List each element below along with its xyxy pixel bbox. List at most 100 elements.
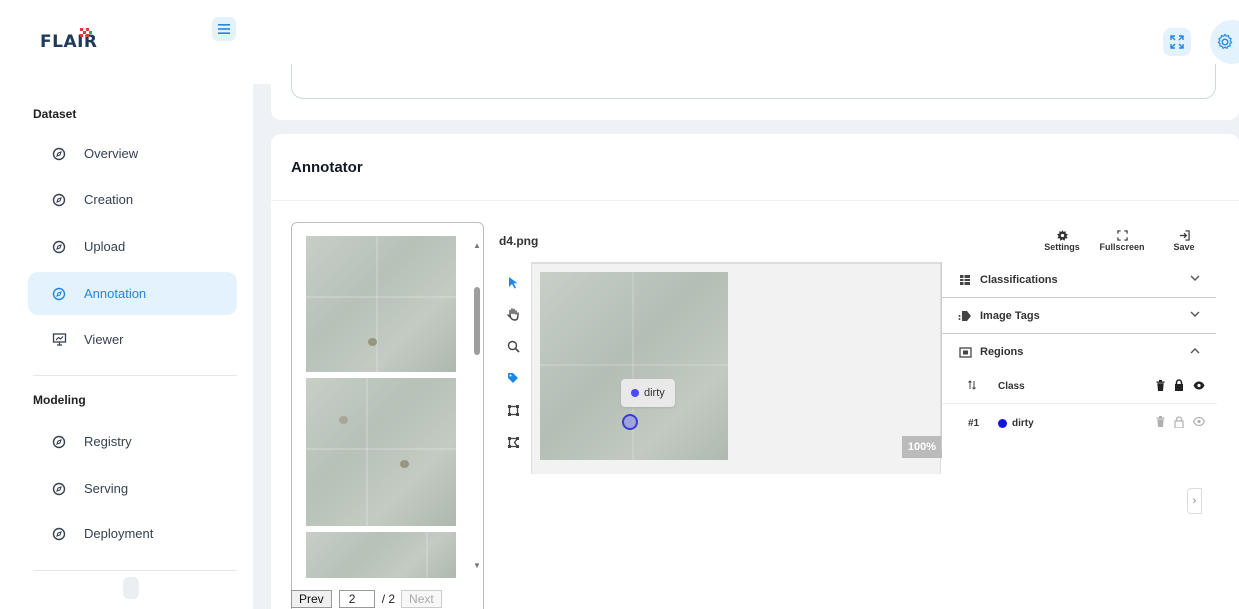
settings-tool-button[interactable]: Settings — [1037, 230, 1087, 252]
sidebar-item-label: Creation — [84, 192, 134, 207]
sidebar-item-deployment[interactable]: Deployment — [28, 512, 237, 555]
sidebar-item-overview[interactable]: Overview — [28, 132, 237, 175]
card-divider — [271, 200, 1239, 201]
thumbnail-scrollbar[interactable] — [474, 287, 480, 355]
circle-compass-icon — [50, 525, 68, 543]
region-row[interactable]: #1 dirty — [942, 406, 1217, 440]
sidebar-item-serving[interactable]: Serving — [28, 467, 237, 510]
pointer-icon — [508, 276, 517, 288]
bounding-box-icon — [507, 404, 519, 416]
bounding-box-tool[interactable] — [496, 398, 530, 422]
zoom-tool[interactable] — [496, 334, 530, 358]
gear-icon — [1217, 33, 1233, 50]
tags-icon — [958, 309, 972, 323]
tool-label: Settings — [1044, 242, 1080, 252]
region-box-icon — [958, 345, 972, 359]
card-title: Annotator — [291, 159, 363, 176]
save-exit-icon — [1179, 230, 1190, 241]
thumbnail-list: ▲ ▼ — [291, 222, 484, 609]
regions-table: Class #1 dirty — [941, 370, 1217, 450]
annotator-card: Annotator ▲ ▼ Prev 2 / 2 Next d4.png Set… — [271, 134, 1239, 609]
polygon-tool[interactable] — [496, 430, 530, 454]
page-total: / 2 — [381, 592, 396, 606]
sort-icon[interactable] — [942, 380, 976, 393]
chevron-down-icon — [1190, 273, 1200, 285]
sidebar: FLAIR Dataset Overview Creation Upload A… — [0, 0, 253, 609]
sidebar-item-label: Registry — [84, 434, 132, 449]
thumbnail-image[interactable] — [306, 236, 456, 372]
region-color-dot — [631, 389, 639, 397]
trash-icon[interactable] — [1156, 379, 1165, 394]
region-color-dot — [998, 418, 1007, 428]
unlock-icon[interactable] — [1174, 415, 1184, 431]
region-tag-label: dirty — [644, 387, 665, 399]
sidebar-item-label: Upload — [84, 239, 126, 254]
fullscreen-tool-button[interactable]: Fullscreen — [1097, 230, 1147, 252]
chevron-down-icon — [1190, 309, 1200, 321]
hamburger-icon — [218, 24, 230, 34]
annotation-toolbar — [496, 266, 530, 478]
regions-panel-header[interactable]: Regions — [941, 334, 1216, 370]
region-class: dirty — [998, 418, 1034, 429]
tool-label: Save — [1173, 242, 1195, 252]
sidebar-item-registry[interactable]: Registry — [28, 420, 237, 463]
section-title-dataset: Dataset — [33, 107, 77, 121]
zoom-icon — [507, 340, 520, 353]
class-column-header: Class — [998, 381, 1025, 392]
page-input[interactable]: 2 — [338, 590, 375, 608]
pointer-tool[interactable] — [496, 270, 530, 294]
image-tags-panel-header[interactable]: Image Tags — [941, 298, 1216, 334]
region-class-label: dirty — [1012, 417, 1034, 429]
sidebar-scrollbar[interactable] — [123, 577, 139, 599]
region-label-tag[interactable]: dirty — [621, 379, 675, 407]
panel-title: Regions — [980, 346, 1024, 358]
sidebar-item-label: Viewer — [84, 332, 124, 347]
thumbnail-image[interactable] — [306, 378, 456, 526]
logo-mark-icon — [80, 28, 92, 37]
eye-icon[interactable] — [1193, 381, 1205, 393]
previous-card — [271, 64, 1239, 120]
chevron-right-icon: › — [1192, 495, 1197, 507]
circle-compass-icon — [50, 191, 68, 209]
circle-compass-icon — [50, 145, 68, 163]
prev-button[interactable]: Prev — [291, 590, 332, 608]
sidebar-item-annotation[interactable]: Annotation — [28, 272, 237, 315]
trash-icon[interactable] — [1156, 416, 1165, 430]
scroll-down-icon[interactable]: ▼ — [473, 561, 481, 570]
panel-title: Classifications — [980, 273, 1058, 286]
previous-card-inner — [291, 64, 1216, 99]
sidebar-item-viewer[interactable]: Viewer — [28, 318, 237, 361]
scroll-up-icon[interactable]: ▲ — [473, 241, 481, 250]
fullscreen-toggle-button[interactable] — [1163, 28, 1191, 56]
tag-icon — [508, 373, 518, 383]
tag-tool[interactable] — [496, 366, 530, 390]
eye-icon[interactable] — [1192, 416, 1206, 429]
menu-toggle-button[interactable] — [212, 17, 236, 41]
pan-tool[interactable] — [496, 302, 530, 326]
sidebar-item-creation[interactable]: Creation — [28, 178, 237, 221]
lock-icon[interactable] — [1174, 379, 1184, 394]
save-tool-button[interactable]: Save — [1159, 230, 1209, 252]
right-panels: Classifications Image Tags Regions Class — [941, 262, 1217, 450]
classifications-panel-header[interactable]: Classifications — [941, 262, 1216, 298]
thumbnail-pager: Prev 2 / 2 Next — [291, 589, 442, 609]
hand-icon — [506, 307, 519, 321]
image-filename: d4.png — [499, 234, 539, 248]
sidebar-item-label: Annotation — [84, 286, 147, 301]
zoom-level: 100% — [902, 436, 942, 458]
sidebar-item-label: Deployment — [84, 526, 154, 541]
next-button[interactable]: Next — [401, 590, 442, 608]
table-icon — [958, 273, 972, 287]
annotation-canvas[interactable]: dirty 100% › — [531, 262, 1202, 514]
circle-compass-icon — [50, 480, 68, 498]
annotated-image[interactable]: dirty — [540, 272, 728, 460]
section-title-modeling: Modeling — [33, 393, 86, 407]
expand-arrows-icon — [1170, 35, 1184, 49]
gear-icon — [1056, 230, 1068, 241]
thumbnail-image[interactable] — [306, 532, 456, 578]
chevron-up-icon — [1190, 345, 1200, 357]
circle-compass-icon — [50, 285, 68, 303]
region-point[interactable] — [622, 414, 638, 430]
collapse-sidebar-button[interactable]: › — [1187, 488, 1202, 514]
sidebar-item-upload[interactable]: Upload — [28, 225, 237, 268]
